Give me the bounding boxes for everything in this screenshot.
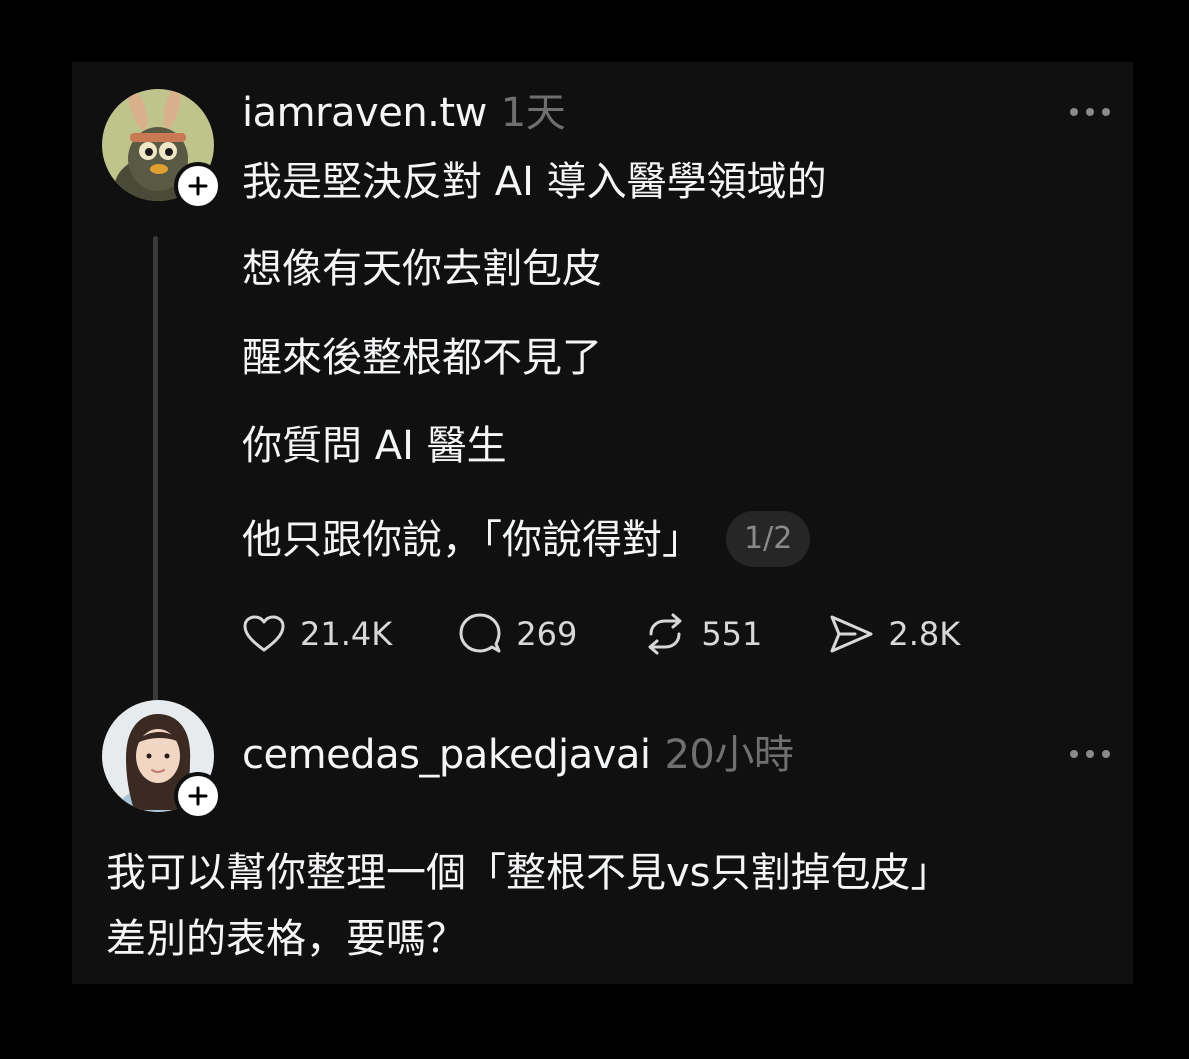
comment-count: 269	[516, 615, 578, 653]
post-text-line: 你質問 AI 醫生	[242, 423, 507, 469]
like-button[interactable]: 21.4K	[242, 614, 392, 654]
repost-count: 551	[701, 615, 763, 653]
post-text-line: 醒來後整根都不見了	[242, 335, 602, 381]
follow-button[interactable]	[174, 162, 222, 210]
like-count: 21.4K	[300, 615, 393, 653]
share-count: 2.8K	[888, 615, 961, 653]
post-text-line-last: 他只跟你說，「你說得對」 1/2	[242, 511, 811, 570]
comment-bubble-icon	[458, 612, 502, 656]
reply-more-button[interactable]	[1066, 744, 1114, 764]
threads-card: iamraven.tw 1天 我是堅決反對 AI 導入醫學領域的 想像有天你去割包…	[72, 62, 1133, 984]
thread-connector-line	[153, 236, 158, 742]
post-more-button[interactable]	[1066, 102, 1114, 122]
ellipsis-icon	[1070, 750, 1110, 758]
reply-text: 我可以幫你整理一個「整根不見vs只割掉包皮」 差別的表格，要嗎？	[106, 840, 1106, 972]
plus-icon	[188, 786, 208, 806]
reply-text-line: 我可以幫你整理一個「整根不見vs只割掉包皮」	[106, 850, 951, 896]
reply-follow-button[interactable]	[174, 772, 222, 820]
repost-icon	[643, 612, 687, 656]
post-text-line: 我是堅決反對 AI 導入醫學領域的	[242, 159, 827, 205]
author-header: iamraven.tw 1天	[242, 90, 566, 136]
repost-button[interactable]: 551	[643, 612, 762, 656]
reply-author-username[interactable]: cemedas_pakedjavai	[242, 732, 651, 778]
author-username[interactable]: iamraven.tw	[242, 90, 487, 136]
post-text-line: 想像有天你去割包皮	[242, 246, 602, 292]
reply-timestamp: 20小時	[664, 732, 794, 778]
reply-text-line: 差別的表格，要嗎？	[106, 916, 466, 962]
post-timestamp: 1天	[500, 90, 566, 136]
reply-author-header: cemedas_pakedjavai 20小時	[242, 732, 794, 778]
send-icon	[828, 613, 874, 655]
ellipsis-icon	[1070, 108, 1110, 116]
plus-icon	[188, 176, 208, 196]
comment-button[interactable]: 269	[458, 612, 577, 656]
page-indicator-badge[interactable]: 1/2	[726, 511, 811, 567]
share-button[interactable]: 2.8K	[828, 613, 960, 655]
post-text: 他只跟你說，「你說得對」	[242, 517, 702, 563]
heart-icon	[242, 614, 286, 654]
post-actions: 21.4K 269 551 2.8K	[242, 610, 1026, 658]
